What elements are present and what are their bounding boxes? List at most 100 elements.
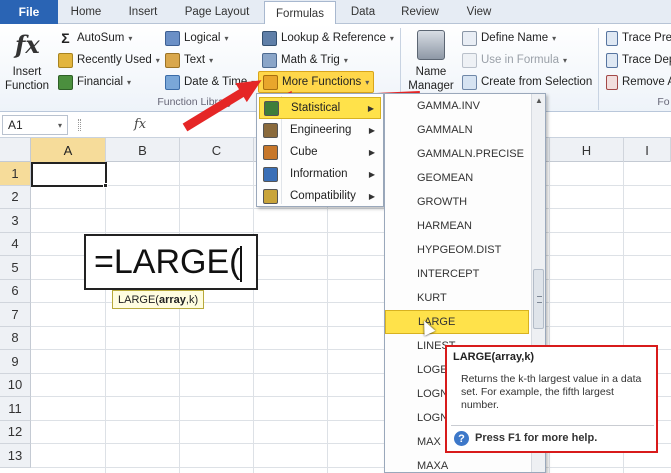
row-header-4[interactable]: 4 bbox=[0, 232, 31, 256]
submenu-arrow-icon: ▶ bbox=[367, 103, 374, 113]
select-all-corner[interactable] bbox=[0, 138, 31, 162]
submenu-arrow-icon: ▶ bbox=[368, 125, 375, 135]
chevron-down-icon: ▾ bbox=[562, 55, 567, 65]
row-header-12[interactable]: 12 bbox=[0, 420, 31, 444]
function-item[interactable]: KURT bbox=[385, 286, 529, 310]
logical-button[interactable]: Logical ▾ bbox=[165, 28, 228, 48]
fx-insert-function-icon[interactable]: fx bbox=[134, 117, 146, 132]
function-item[interactable]: GROWTH bbox=[385, 190, 529, 214]
remove-arrows-label: Remove A bbox=[622, 76, 671, 88]
scrollbar-thumb[interactable] bbox=[533, 269, 544, 329]
menu-item-label: Compatibility bbox=[290, 190, 356, 202]
menu-item-label: Statistical bbox=[291, 102, 341, 114]
row-header-11[interactable]: 11 bbox=[0, 397, 31, 421]
column-header-a[interactable]: A bbox=[31, 138, 106, 162]
name-manager-icon bbox=[417, 30, 445, 60]
autosum-button[interactable]: Σ AutoSum ▾ bbox=[58, 28, 132, 48]
math-trig-button[interactable]: Math & Trig ▾ bbox=[262, 50, 348, 70]
menu-item-label: Engineering bbox=[290, 124, 352, 136]
function-item[interactable]: GEOMEAN bbox=[385, 166, 529, 190]
fill-handle[interactable] bbox=[103, 183, 108, 188]
tab-view[interactable]: View bbox=[454, 0, 504, 24]
row-header-5[interactable]: 5 bbox=[0, 256, 31, 280]
lookup-label: Lookup & Reference bbox=[281, 32, 386, 44]
function-item[interactable]: HYPGEOM.DIST bbox=[385, 238, 529, 262]
function-item-large[interactable]: LARGE bbox=[385, 310, 529, 334]
function-item[interactable]: INTERCEPT bbox=[385, 262, 529, 286]
function-item[interactable]: GAMMALN bbox=[385, 118, 529, 142]
column-header-i[interactable]: I bbox=[624, 138, 671, 162]
trace-precedents-button[interactable]: Trace Prec bbox=[606, 28, 671, 48]
use-in-formula-icon bbox=[462, 52, 477, 68]
chevron-down-icon: ▾ bbox=[128, 33, 133, 43]
chevron-down-icon: ▾ bbox=[365, 77, 370, 87]
cell-formula-editor[interactable]: =LARGE( bbox=[84, 234, 258, 290]
trace-dependents-label: Trace Dep bbox=[622, 54, 671, 66]
row-header-9[interactable]: 9 bbox=[0, 350, 31, 374]
row-header-3[interactable]: 3 bbox=[0, 209, 31, 233]
define-name-button[interactable]: Define Name ▾ bbox=[462, 28, 556, 48]
name-manager-button[interactable]: Name Manager bbox=[404, 28, 458, 94]
menu-item-label: Information bbox=[290, 168, 348, 180]
text-button[interactable]: Text ▾ bbox=[165, 50, 213, 70]
create-from-selection-button[interactable]: Create from Selection bbox=[462, 72, 592, 92]
more-functions-label: More Functions bbox=[282, 76, 362, 88]
tab-review[interactable]: Review bbox=[390, 0, 450, 24]
menu-item-statistical[interactable]: Statistical ▶ bbox=[259, 97, 381, 119]
column-header-c[interactable]: C bbox=[180, 138, 254, 162]
function-item[interactable]: MAXA bbox=[385, 454, 529, 472]
more-functions-button[interactable]: More Functions ▾ bbox=[258, 71, 375, 93]
column-gridline bbox=[179, 162, 180, 473]
tooltip-divider bbox=[451, 425, 654, 426]
tab-data[interactable]: Data bbox=[340, 0, 386, 24]
row-header-10[interactable]: 10 bbox=[0, 373, 31, 397]
chevron-down-icon: ▾ bbox=[155, 55, 160, 65]
row-header-8[interactable]: 8 bbox=[0, 326, 31, 350]
tab-file[interactable]: File bbox=[0, 0, 58, 24]
menu-item-cube[interactable]: Cube ▶ bbox=[259, 141, 381, 163]
menu-item-information[interactable]: Information ▶ bbox=[259, 163, 381, 185]
remove-arrows-button[interactable]: Remove A bbox=[606, 72, 671, 92]
row-header-2[interactable]: 2 bbox=[0, 185, 31, 209]
name-box[interactable]: A1 ▾ bbox=[2, 115, 68, 135]
function-item[interactable]: GAMMA.INV bbox=[385, 94, 529, 118]
use-in-formula-button[interactable]: Use in Formula ▾ bbox=[462, 50, 567, 70]
row-header-13[interactable]: 13 bbox=[0, 444, 31, 468]
tab-formulas[interactable]: Formulas bbox=[264, 1, 336, 26]
function-item[interactable]: HARMEAN bbox=[385, 214, 529, 238]
financial-label: Financial bbox=[77, 76, 124, 88]
cell-formula-text: =LARGE( bbox=[94, 243, 241, 281]
column-header-h[interactable]: H bbox=[550, 138, 624, 162]
trace-dependents-button[interactable]: Trace Dep bbox=[606, 50, 671, 70]
tab-insert[interactable]: Insert bbox=[114, 0, 172, 24]
ribbon-tab-bar: File Home Insert Page Layout Formulas Da… bbox=[0, 0, 671, 26]
submenu-arrow-icon: ▶ bbox=[368, 191, 375, 201]
lookup-reference-button[interactable]: Lookup & Reference ▾ bbox=[262, 28, 394, 48]
row-header-6[interactable]: 6 bbox=[0, 279, 31, 303]
formula-auditing-group-label: Fo bbox=[657, 96, 670, 108]
name-manager-label-2: Manager bbox=[408, 80, 454, 92]
column-header-b[interactable]: B bbox=[106, 138, 180, 162]
math-book-icon bbox=[262, 52, 277, 68]
logical-book-icon bbox=[165, 30, 180, 46]
chevron-down-icon: ▾ bbox=[224, 33, 229, 43]
define-name-label: Define Name bbox=[481, 32, 549, 44]
math-trig-label: Math & Trig bbox=[281, 54, 340, 66]
function-argument-hint: LARGE(array, k) bbox=[112, 290, 205, 309]
scroll-up-icon[interactable]: ▲ bbox=[532, 96, 545, 108]
menu-item-engineering[interactable]: Engineering ▶ bbox=[259, 119, 381, 141]
active-cell-a1[interactable] bbox=[31, 162, 107, 187]
financial-button[interactable]: Financial ▾ bbox=[58, 72, 131, 92]
insert-function-button[interactable]: fx Insert Function bbox=[3, 28, 51, 94]
row-header-1[interactable]: 1 bbox=[0, 162, 31, 186]
tab-page-layout[interactable]: Page Layout bbox=[174, 0, 260, 24]
tab-home[interactable]: Home bbox=[60, 0, 112, 24]
resize-handle-icon[interactable] bbox=[78, 119, 81, 131]
function-item[interactable]: GAMMALN.PRECISE bbox=[385, 142, 529, 166]
menu-item-compatibility[interactable]: Compatibility ▶ bbox=[259, 185, 381, 207]
chevron-down-icon: ▾ bbox=[343, 55, 348, 65]
recently-used-button[interactable]: Recently Used ▾ bbox=[58, 50, 160, 70]
recently-used-label: Recently Used bbox=[77, 54, 152, 66]
row-header-7[interactable]: 7 bbox=[0, 303, 31, 327]
text-label: Text bbox=[184, 54, 206, 66]
